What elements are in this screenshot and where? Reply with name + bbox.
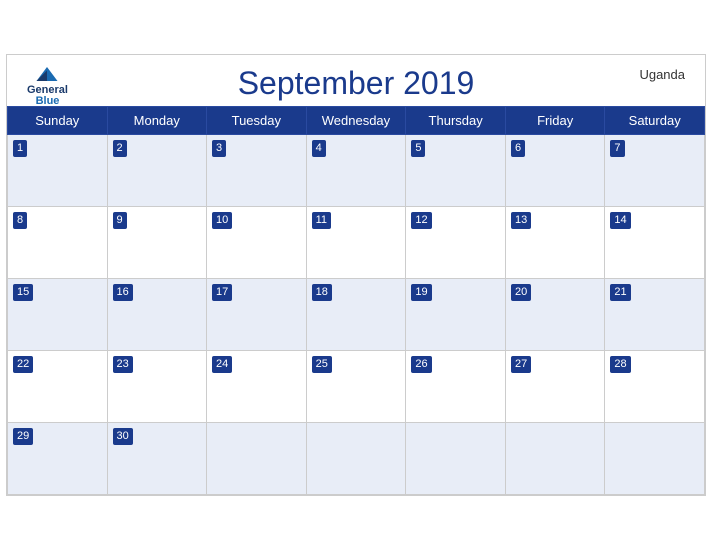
header-monday: Monday <box>107 107 207 135</box>
day-number: 9 <box>113 212 127 229</box>
header-sunday: Sunday <box>8 107 108 135</box>
day-number: 16 <box>113 284 133 301</box>
day-cell-11: 11 <box>306 207 406 279</box>
day-number: 27 <box>511 356 531 373</box>
day-cell-empty <box>605 423 705 495</box>
week-row-5: 29 30 <box>8 423 705 495</box>
day-cell-empty <box>306 423 406 495</box>
day-cell-30: 30 <box>107 423 207 495</box>
day-cell-27: 27 <box>505 351 604 423</box>
day-number: 4 <box>312 140 326 157</box>
week-row-3: 15 16 17 18 19 20 21 <box>8 279 705 351</box>
day-cell-13: 13 <box>505 207 604 279</box>
day-number: 17 <box>212 284 232 301</box>
day-cell-24: 24 <box>207 351 307 423</box>
logo-area: General Blue <box>27 63 68 107</box>
day-number: 3 <box>212 140 226 157</box>
calendar-title: September 2019 <box>238 65 475 102</box>
day-cell-22: 22 <box>8 351 108 423</box>
day-cell-8: 8 <box>8 207 108 279</box>
day-cell-12: 12 <box>406 207 506 279</box>
day-number: 19 <box>411 284 431 301</box>
day-number: 5 <box>411 140 425 157</box>
day-number: 13 <box>511 212 531 229</box>
day-number: 26 <box>411 356 431 373</box>
calendar-table: Sunday Monday Tuesday Wednesday Thursday… <box>7 106 705 495</box>
week-row-1: 1 2 3 4 5 6 7 <box>8 135 705 207</box>
weekday-header-row: Sunday Monday Tuesday Wednesday Thursday… <box>8 107 705 135</box>
day-number: 29 <box>13 428 33 445</box>
header-friday: Friday <box>505 107 604 135</box>
day-number: 28 <box>610 356 630 373</box>
day-cell-14: 14 <box>605 207 705 279</box>
day-cell-empty <box>207 423 307 495</box>
day-cell-2: 2 <box>107 135 207 207</box>
day-cell-23: 23 <box>107 351 207 423</box>
day-cell-9: 9 <box>107 207 207 279</box>
day-cell-empty <box>406 423 506 495</box>
day-cell-empty <box>505 423 604 495</box>
day-cell-21: 21 <box>605 279 705 351</box>
week-row-2: 8 9 10 11 12 13 14 <box>8 207 705 279</box>
day-cell-18: 18 <box>306 279 406 351</box>
day-number: 14 <box>610 212 630 229</box>
day-number: 15 <box>13 284 33 301</box>
header-thursday: Thursday <box>406 107 506 135</box>
day-number: 8 <box>13 212 27 229</box>
day-cell-20: 20 <box>505 279 604 351</box>
country-label: Uganda <box>639 67 685 82</box>
day-number: 18 <box>312 284 332 301</box>
day-number: 11 <box>312 212 331 229</box>
day-number: 6 <box>511 140 525 157</box>
header-wednesday: Wednesday <box>306 107 406 135</box>
day-cell-5: 5 <box>406 135 506 207</box>
calendar-container: General Blue September 2019 Uganda Sunda… <box>6 54 706 496</box>
generalblue-logo-icon <box>33 63 61 85</box>
header-tuesday: Tuesday <box>207 107 307 135</box>
day-number: 20 <box>511 284 531 301</box>
day-number: 12 <box>411 212 431 229</box>
day-cell-19: 19 <box>406 279 506 351</box>
day-number: 23 <box>113 356 133 373</box>
day-cell-28: 28 <box>605 351 705 423</box>
calendar-header: General Blue September 2019 Uganda <box>7 55 705 106</box>
day-cell-15: 15 <box>8 279 108 351</box>
day-number: 21 <box>610 284 630 301</box>
day-cell-3: 3 <box>207 135 307 207</box>
day-number: 30 <box>113 428 133 445</box>
day-number: 25 <box>312 356 332 373</box>
day-number: 22 <box>13 356 33 373</box>
day-number: 2 <box>113 140 127 157</box>
day-cell-17: 17 <box>207 279 307 351</box>
day-cell-10: 10 <box>207 207 307 279</box>
header-saturday: Saturday <box>605 107 705 135</box>
week-row-4: 22 23 24 25 26 27 28 <box>8 351 705 423</box>
day-cell-7: 7 <box>605 135 705 207</box>
day-number: 7 <box>610 140 624 157</box>
day-number: 24 <box>212 356 232 373</box>
logo-blue-text: Blue <box>36 96 60 107</box>
day-number: 1 <box>13 140 27 157</box>
day-cell-6: 6 <box>505 135 604 207</box>
day-cell-1: 1 <box>8 135 108 207</box>
day-cell-4: 4 <box>306 135 406 207</box>
day-cell-29: 29 <box>8 423 108 495</box>
day-cell-16: 16 <box>107 279 207 351</box>
day-number: 10 <box>212 212 232 229</box>
day-cell-26: 26 <box>406 351 506 423</box>
day-cell-25: 25 <box>306 351 406 423</box>
